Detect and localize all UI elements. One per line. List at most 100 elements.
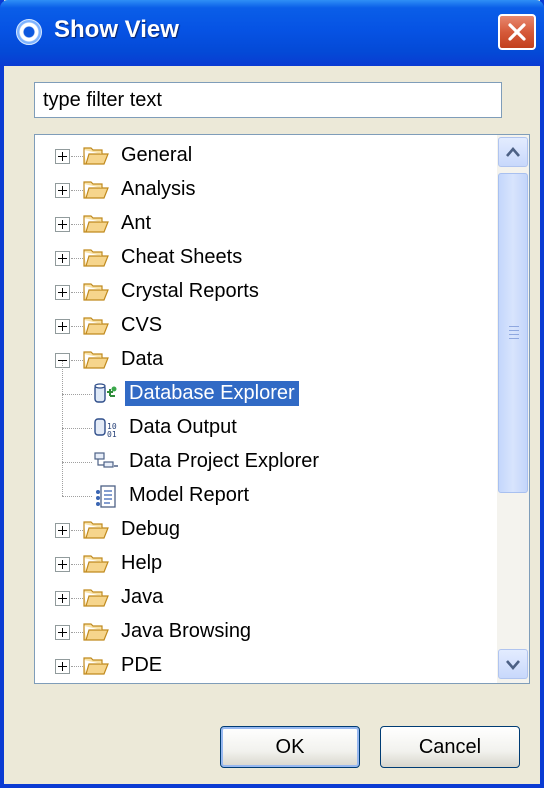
- expand-icon[interactable]: [55, 659, 70, 674]
- folder-icon: [83, 214, 109, 240]
- scroll-thumb[interactable]: [498, 173, 528, 493]
- tree-connector: [71, 564, 83, 565]
- tree-connector: [71, 190, 83, 191]
- tree-connector: [62, 429, 63, 462]
- tree-item-label: Help: [121, 552, 163, 574]
- folder-icon: [83, 146, 109, 172]
- tree-connector: [62, 496, 92, 497]
- tree-connector: [71, 598, 83, 599]
- tree-connector: [62, 463, 63, 496]
- expand-icon[interactable]: [55, 217, 70, 232]
- tree-folder[interactable]: Java Browsing: [35, 617, 495, 647]
- cancel-label: Cancel: [418, 735, 482, 758]
- tree-connector: [71, 156, 83, 157]
- tree-item-label: Data: [121, 348, 164, 370]
- tree-item-label: Analysis: [121, 178, 196, 200]
- tree-item-label: Java: [121, 586, 164, 608]
- tree-item-label: Ant: [121, 212, 152, 234]
- tree-connector: [71, 258, 83, 259]
- tree-connector: [71, 360, 83, 361]
- tree-item-label: Debug: [121, 518, 180, 540]
- grip-line: [509, 330, 519, 331]
- folder-icon: [83, 622, 109, 648]
- tree-connector: [71, 632, 83, 633]
- tree-view-item[interactable]: Model Report: [35, 463, 495, 511]
- app-icon: [16, 19, 42, 45]
- tree-connector: [71, 326, 83, 327]
- folder-icon: [83, 316, 109, 342]
- tree-folder[interactable]: Crystal Reports: [35, 277, 495, 307]
- selected-tree-item-label: Database Explorer: [125, 381, 299, 406]
- tree-connector: [62, 428, 92, 429]
- expand-icon[interactable]: [55, 523, 70, 538]
- tree-folder[interactable]: Analysis: [35, 175, 495, 205]
- tree-connector: [71, 224, 83, 225]
- tree-folder[interactable]: Data: [35, 345, 495, 375]
- tree-connector: [62, 395, 63, 428]
- model-report-icon: [93, 484, 119, 516]
- grip-line: [509, 334, 519, 335]
- title-bar[interactable]: Show View: [0, 0, 544, 66]
- tree-item-label: Java Browsing: [121, 620, 252, 642]
- tree-view-item[interactable]: 10 01 Data Output: [35, 395, 495, 446]
- expand-icon[interactable]: [55, 591, 70, 606]
- tree-folder[interactable]: CVS: [35, 311, 495, 341]
- tree-folder[interactable]: General: [35, 141, 495, 171]
- view-tree[interactable]: General Analysis Ant Cheat Sheets Crystal Re…: [34, 134, 530, 684]
- tree-folder[interactable]: PDE: [35, 651, 495, 681]
- vertical-scrollbar[interactable]: [497, 135, 529, 683]
- folder-icon: [83, 180, 109, 206]
- tree-view-item[interactable]: Database Explorer: [35, 361, 495, 412]
- tree-item-label: Crystal Reports: [121, 280, 259, 302]
- folder-icon: [83, 282, 109, 308]
- database-explorer-icon: [93, 382, 119, 412]
- tree-folder[interactable]: Help: [35, 549, 495, 579]
- close-icon: [508, 23, 526, 41]
- scroll-down-button[interactable]: [498, 649, 528, 679]
- tree-folder[interactable]: Java: [35, 583, 495, 613]
- chevron-up-icon: [506, 147, 520, 157]
- tree-connector: [62, 394, 92, 395]
- scroll-up-button[interactable]: [498, 137, 528, 167]
- tree-item-label: Data Output: [129, 416, 237, 438]
- tree-item-label: Data Project Explorer: [129, 450, 320, 472]
- grip-line: [509, 338, 519, 339]
- expand-icon[interactable]: [55, 319, 70, 334]
- tree-connector: [62, 462, 92, 463]
- tree-item-label: Model Report: [129, 484, 250, 506]
- filter-input[interactable]: type filter text: [34, 82, 502, 118]
- svg-text:01: 01: [107, 430, 117, 439]
- expand-icon[interactable]: [55, 149, 70, 164]
- expand-icon[interactable]: [55, 251, 70, 266]
- expand-icon[interactable]: [55, 285, 70, 300]
- tree-folder[interactable]: Cheat Sheets: [35, 243, 495, 273]
- folder-icon: [83, 656, 109, 682]
- tree-folder[interactable]: Ant: [35, 209, 495, 239]
- folder-icon: [83, 248, 109, 274]
- folder-icon: [83, 588, 109, 614]
- tree-item-label: PDE: [121, 654, 163, 676]
- folder-icon: [83, 350, 109, 376]
- grip-line: [509, 326, 519, 327]
- folder-icon: [83, 554, 109, 580]
- show-view-dialog: Show View type filter text General Analys…: [0, 0, 544, 788]
- tree-connector: [62, 361, 63, 394]
- tree-item-label: Cheat Sheets: [121, 246, 243, 268]
- tree-connector: [71, 666, 83, 667]
- tree-connector: [71, 530, 83, 531]
- tree-connector: [71, 292, 83, 293]
- expand-icon[interactable]: [55, 183, 70, 198]
- data-project-explorer-icon: [93, 450, 119, 480]
- tree-folder[interactable]: Debug: [35, 515, 495, 545]
- tree-view-item[interactable]: Data Project Explorer: [35, 429, 495, 480]
- close-button[interactable]: [498, 14, 536, 50]
- data-output-icon: 10 01: [93, 416, 119, 446]
- window-title: Show View: [54, 16, 179, 43]
- chevron-down-icon: [506, 660, 520, 670]
- tree-item-label: General: [121, 144, 193, 166]
- ok-button[interactable]: OK: [220, 726, 360, 768]
- cancel-button[interactable]: Cancel: [380, 726, 520, 768]
- expand-icon[interactable]: [55, 557, 70, 572]
- expand-icon[interactable]: [55, 625, 70, 640]
- folder-icon: [83, 520, 109, 546]
